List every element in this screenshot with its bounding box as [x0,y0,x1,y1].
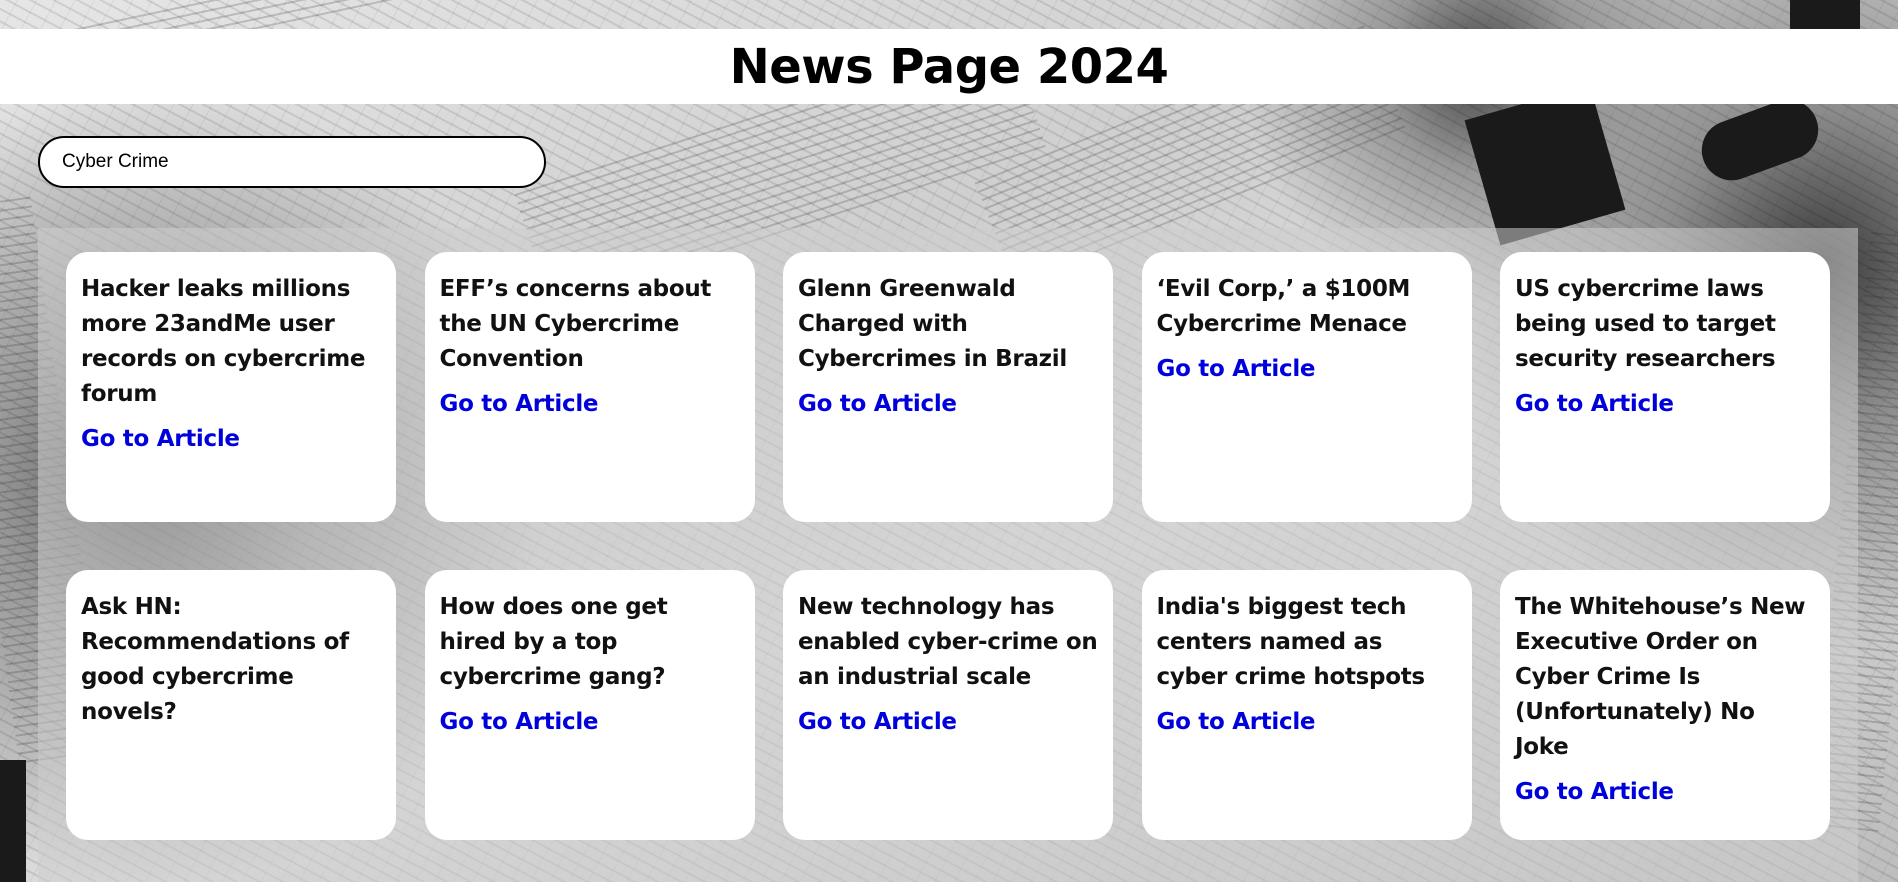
page-header: News Page 2024 [0,29,1898,104]
article-card: Ask HN: Recommendations of good cybercri… [66,570,396,840]
article-title: Hacker leaks millions more 23andMe user … [81,276,366,407]
article-card: EFF’s concerns about the UN Cybercrime C… [424,252,755,522]
article-card: ‘Evil Corp,’ a $100M Cybercrime Menace G… [1141,252,1472,522]
article-card: US cybercrime laws being used to target … [1500,252,1830,522]
go-to-article-link[interactable]: Go to Article [1515,391,1674,417]
go-to-article-link[interactable]: Go to Article [798,709,957,735]
article-title: US cybercrime laws being used to target … [1515,276,1776,372]
article-title: India's biggest tech centers named as cy… [1156,594,1426,690]
go-to-article-link[interactable]: Go to Article [440,709,599,735]
page-title: News Page 2024 [729,38,1169,95]
article-card: Hacker leaks millions more 23andMe user … [66,252,396,522]
article-title: The Whitehouse’s New Executive Order on … [1515,594,1806,760]
article-card: New technology has enabled cyber-crime o… [783,570,1113,840]
article-title: How does one get hired by a top cybercri… [439,594,668,690]
go-to-article-link[interactable]: Go to Article [1157,356,1316,382]
articles-grid: Hacker leaks millions more 23andMe user … [66,252,1830,840]
article-card: India's biggest tech centers named as cy… [1141,570,1472,840]
article-card: The Whitehouse’s New Executive Order on … [1500,570,1830,840]
article-card: How does one get hired by a top cybercri… [424,570,755,840]
article-title: Glenn Greenwald Charged with Cybercrimes… [798,276,1067,372]
go-to-article-link[interactable]: Go to Article [440,391,599,417]
article-card: Glenn Greenwald Charged with Cybercrimes… [783,252,1113,522]
article-title: ‘Evil Corp,’ a $100M Cybercrime Menace [1156,276,1411,337]
go-to-article-link[interactable]: Go to Article [1515,779,1674,805]
search-bar [38,136,546,188]
article-title: Ask HN: Recommendations of good cybercri… [81,594,349,725]
search-input[interactable] [38,136,546,188]
article-title: New technology has enabled cyber-crime o… [798,594,1098,690]
go-to-article-link[interactable]: Go to Article [81,426,240,452]
go-to-article-link[interactable]: Go to Article [798,391,957,417]
article-title: EFF’s concerns about the UN Cybercrime C… [439,276,712,372]
go-to-article-link[interactable]: Go to Article [1157,709,1316,735]
